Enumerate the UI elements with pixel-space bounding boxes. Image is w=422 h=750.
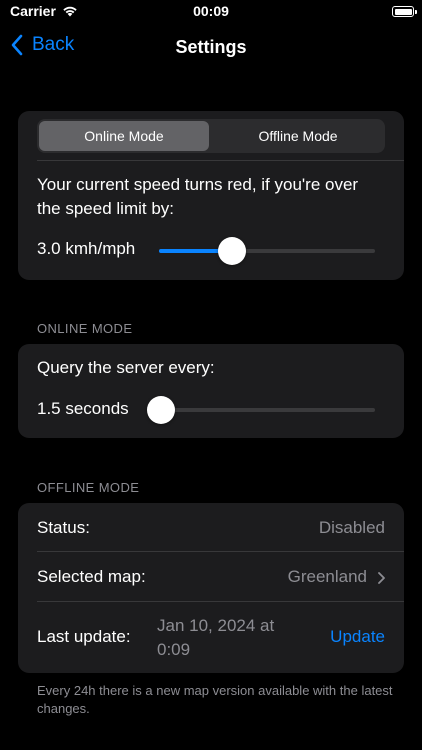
offline-section-header: OFFLINE MODE <box>37 480 140 495</box>
segment-online-mode[interactable]: Online Mode <box>39 121 209 151</box>
selected-map-name: Greenland <box>287 567 367 586</box>
selected-map-row[interactable]: Selected map: Greenland <box>18 552 404 601</box>
last-update-date: Jan 10, 2024 at <box>157 616 275 635</box>
offline-footer-note: Every 24h there is a new map version ava… <box>37 683 393 716</box>
status-time: 00:09 <box>193 3 229 19</box>
slider-thumb[interactable] <box>218 237 247 265</box>
battery-icon <box>392 6 417 17</box>
selected-map-value: Greenland <box>288 567 385 587</box>
last-update-time: 0:09 <box>157 640 191 659</box>
last-update-label: Last update: <box>37 627 131 646</box>
query-interval-slider[interactable] <box>147 396 375 424</box>
segment-offline-mode[interactable]: Offline Mode <box>213 121 383 151</box>
divider <box>37 601 404 602</box>
selected-map-label: Selected map: <box>37 567 146 586</box>
speed-tolerance-slider[interactable] <box>159 237 375 265</box>
query-interval-value: 1.5 seconds <box>37 399 129 418</box>
last-update-value: Jan 10, 2024 at 0:09 <box>157 614 274 662</box>
speed-limit-description: Your current speed turns red, if you're … <box>37 175 359 218</box>
query-interval-description: Query the server every: <box>37 358 215 377</box>
page-title: Settings <box>175 37 247 57</box>
status-value: Disabled <box>318 518 385 537</box>
online-section-header: ONLINE MODE <box>37 321 133 336</box>
slider-thumb[interactable] <box>147 396 175 424</box>
speed-tolerance-value: 3.0 kmh/mph <box>37 239 136 258</box>
status-label: Status: <box>37 518 90 537</box>
online-card: Query the server every: 1.5 seconds <box>18 344 404 438</box>
mode-segmented-control: Online Mode Offline Mode <box>37 119 385 153</box>
chevron-right-icon <box>378 571 385 584</box>
status-bar: Carrier 00:09 <box>0 0 422 24</box>
update-button[interactable]: Update <box>330 627 385 647</box>
divider <box>37 160 404 161</box>
offline-card: Status: Disabled Selected map: Greenland… <box>18 503 404 673</box>
mode-card: Online Mode Offline Mode Your current sp… <box>18 111 404 280</box>
navigation-bar: Back Settings <box>0 28 422 68</box>
